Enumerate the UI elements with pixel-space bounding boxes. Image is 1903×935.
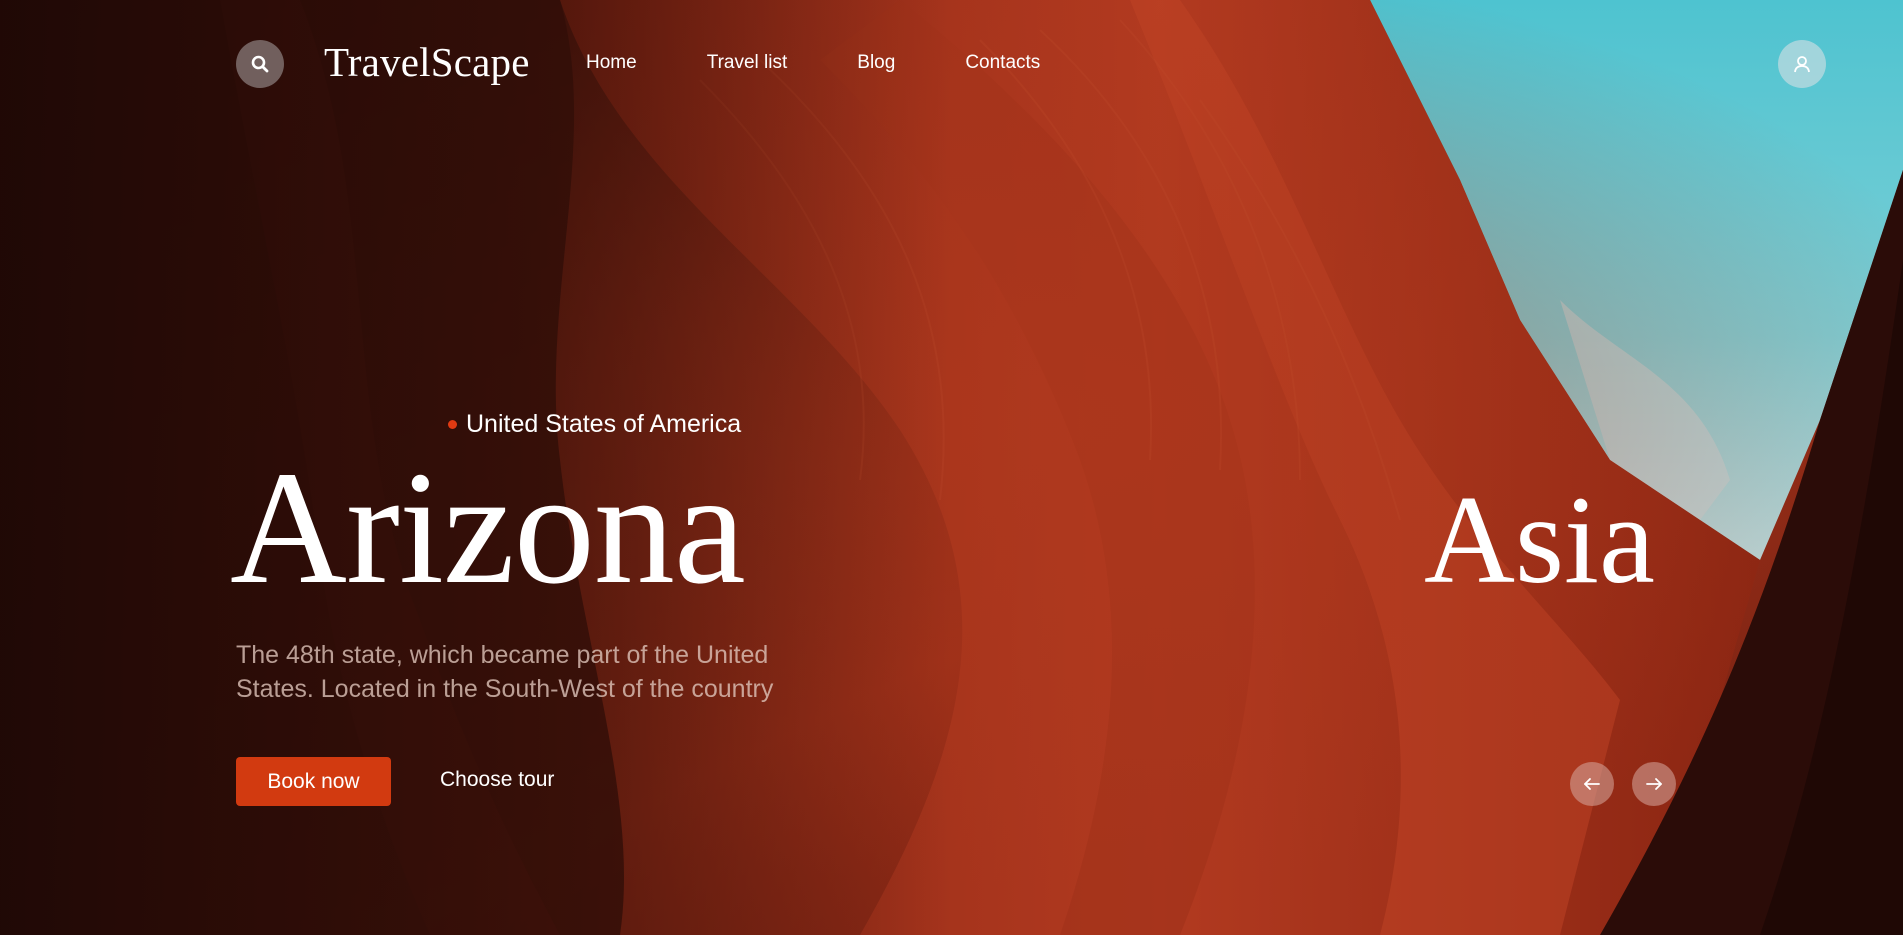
book-now-button[interactable]: Book now — [236, 757, 391, 806]
country-label: United States of America — [448, 410, 741, 439]
user-account-button[interactable] — [1778, 40, 1826, 88]
nav-item-home[interactable]: Home — [586, 52, 637, 74]
search-icon — [251, 55, 269, 73]
search-button[interactable] — [236, 40, 284, 88]
site-logo[interactable]: TravelScape — [324, 38, 530, 86]
next-slide-button[interactable] — [1632, 762, 1676, 806]
user-icon — [1794, 56, 1810, 73]
arrow-left-icon — [1584, 778, 1600, 790]
arrow-right-icon — [1646, 778, 1662, 790]
choose-tour-link[interactable]: Choose tour — [440, 768, 554, 792]
main-nav: Home Travel list Blog Contacts — [586, 52, 1110, 74]
country-name: United States of America — [466, 410, 742, 438]
next-slide-title[interactable]: Asia — [1424, 478, 1655, 604]
nav-item-contacts[interactable]: Contacts — [965, 52, 1040, 74]
prev-slide-button[interactable] — [1570, 762, 1614, 806]
nav-item-travel-list[interactable]: Travel list — [707, 52, 788, 74]
hero-section: TravelScape Home Travel list Blog Contac… — [0, 0, 1903, 935]
slide-title: Arizona — [230, 439, 746, 618]
country-dot-icon — [448, 420, 457, 429]
nav-item-blog[interactable]: Blog — [857, 52, 895, 74]
slide-description: The 48th state, which became part of the… — [236, 641, 774, 703]
